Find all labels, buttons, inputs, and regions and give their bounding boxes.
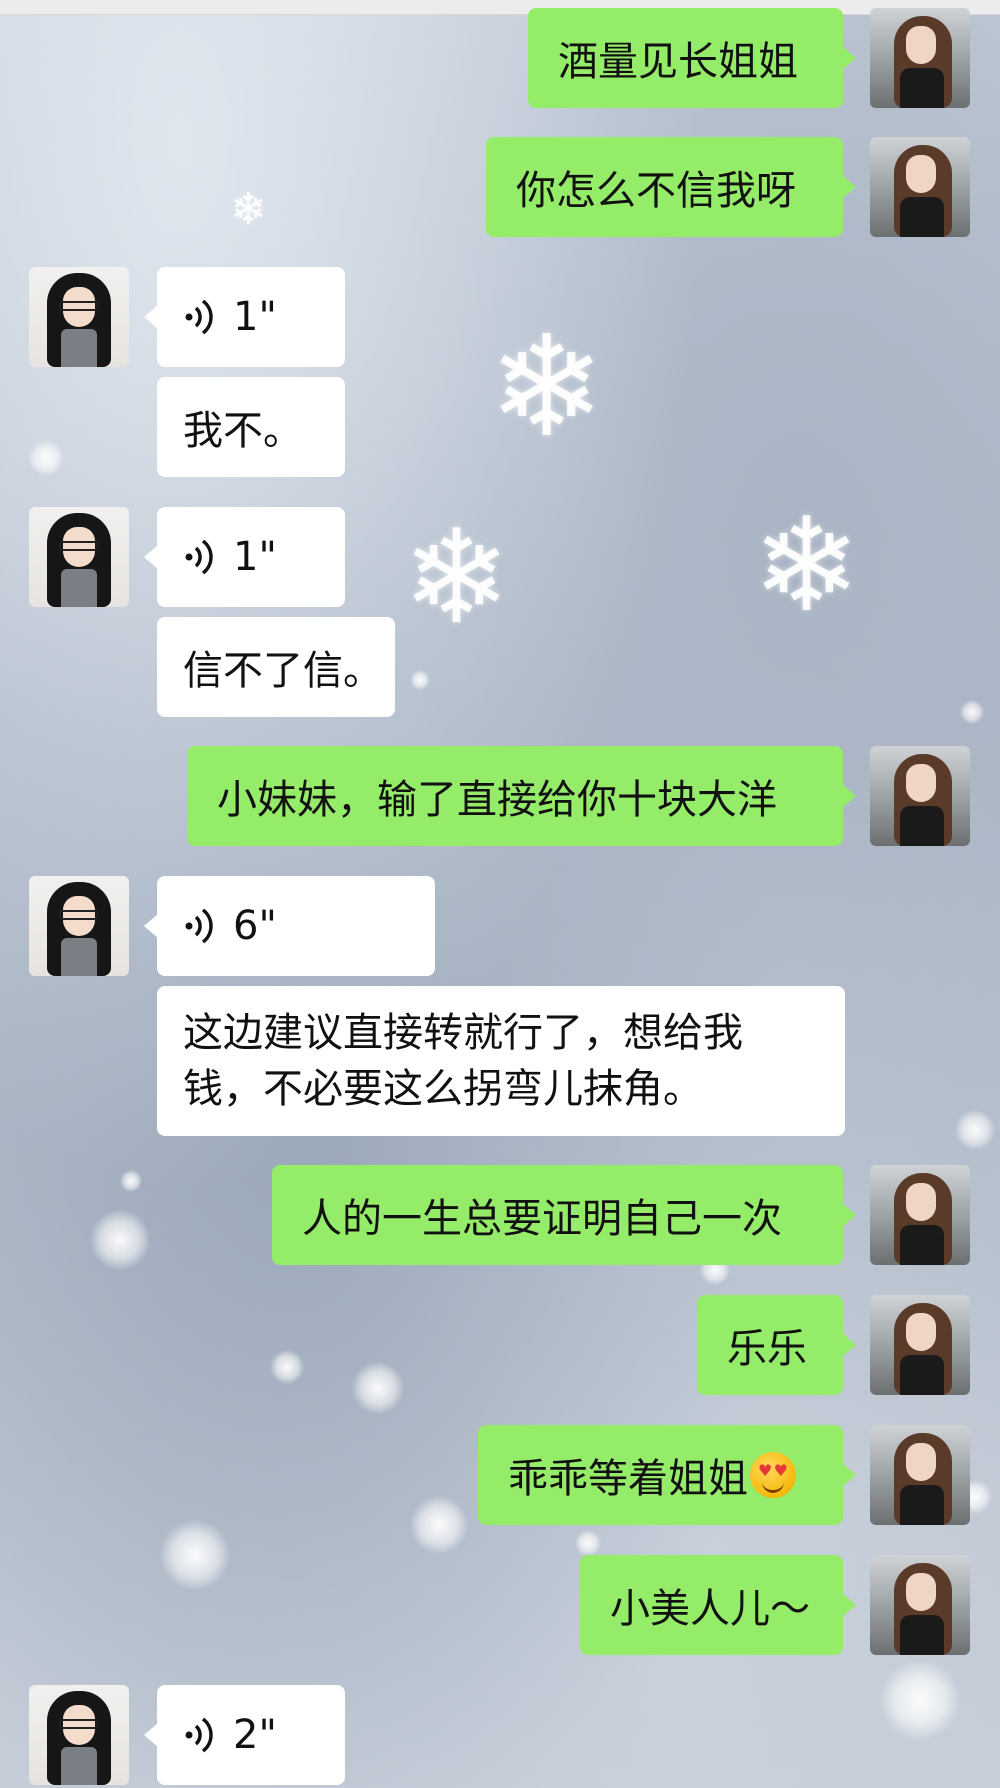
top-status-strip: [0, 0, 1000, 15]
voice-duration: 6": [233, 903, 277, 949]
my-avatar[interactable]: [870, 1165, 970, 1265]
my-avatar[interactable]: [870, 1425, 970, 1525]
message-text: 酒量见长姐姐: [558, 39, 798, 85]
message-text: 人的一生总要证明自己一次: [302, 1196, 782, 1242]
outgoing-message-bubble[interactable]: 乖乖等着姐姐: [478, 1425, 856, 1525]
contact-avatar[interactable]: [29, 1685, 129, 1785]
my-avatar[interactable]: [870, 137, 970, 237]
contact-avatar[interactable]: [29, 267, 129, 367]
message-text: 我不。: [183, 408, 303, 454]
voice-message-bubble[interactable]: 1": [144, 267, 345, 367]
voice-wave-icon: [185, 908, 213, 944]
incoming-message-bubble[interactable]: 这边建议直接转就行了，想给我钱，不必要这么拐弯儿抹角。: [157, 986, 845, 1136]
outgoing-message-bubble[interactable]: 小美人儿～: [580, 1555, 856, 1655]
voice-message-bubble[interactable]: 2": [144, 1685, 345, 1785]
message-text: 小美人儿～: [610, 1586, 810, 1632]
outgoing-message-bubble[interactable]: 乐乐: [697, 1295, 856, 1395]
voice-wave-icon: [185, 299, 213, 335]
my-avatar[interactable]: [870, 746, 970, 846]
voice-duration: 1": [233, 534, 277, 580]
contact-avatar[interactable]: [29, 876, 129, 976]
outgoing-message-bubble[interactable]: 小妹妹，输了直接给你十块大洋: [187, 746, 856, 846]
voice-message-bubble[interactable]: 6": [144, 876, 435, 976]
my-avatar[interactable]: [870, 1555, 970, 1655]
voice-wave-icon: [185, 1717, 213, 1753]
incoming-message-bubble[interactable]: 我不。: [157, 377, 345, 477]
my-avatar[interactable]: [870, 8, 970, 108]
voice-message-bubble[interactable]: 1": [144, 507, 345, 607]
voice-wave-icon: [185, 539, 213, 575]
incoming-message-bubble[interactable]: 信不了信。: [157, 617, 395, 717]
outgoing-message-bubble[interactable]: 人的一生总要证明自己一次: [272, 1165, 856, 1265]
message-text: 乐乐: [727, 1326, 807, 1372]
contact-avatar[interactable]: [29, 507, 129, 607]
outgoing-message-bubble[interactable]: 你怎么不信我呀: [486, 137, 856, 237]
message-text: 你怎么不信我呀: [516, 168, 796, 214]
voice-duration: 2": [233, 1712, 277, 1758]
heart-eyes-emoji-icon: [750, 1452, 796, 1498]
voice-duration: 1": [233, 294, 277, 340]
message-text: 信不了信。: [183, 648, 383, 694]
message-text: 乖乖等着姐姐: [508, 1456, 748, 1502]
my-avatar[interactable]: [870, 1295, 970, 1395]
message-text: 这边建议直接转就行了，想给我钱，不必要这么拐弯儿抹角。: [183, 1010, 743, 1112]
message-text: 小妹妹，输了直接给你十块大洋: [217, 777, 777, 823]
outgoing-message-bubble[interactable]: 酒量见长姐姐: [528, 8, 856, 108]
